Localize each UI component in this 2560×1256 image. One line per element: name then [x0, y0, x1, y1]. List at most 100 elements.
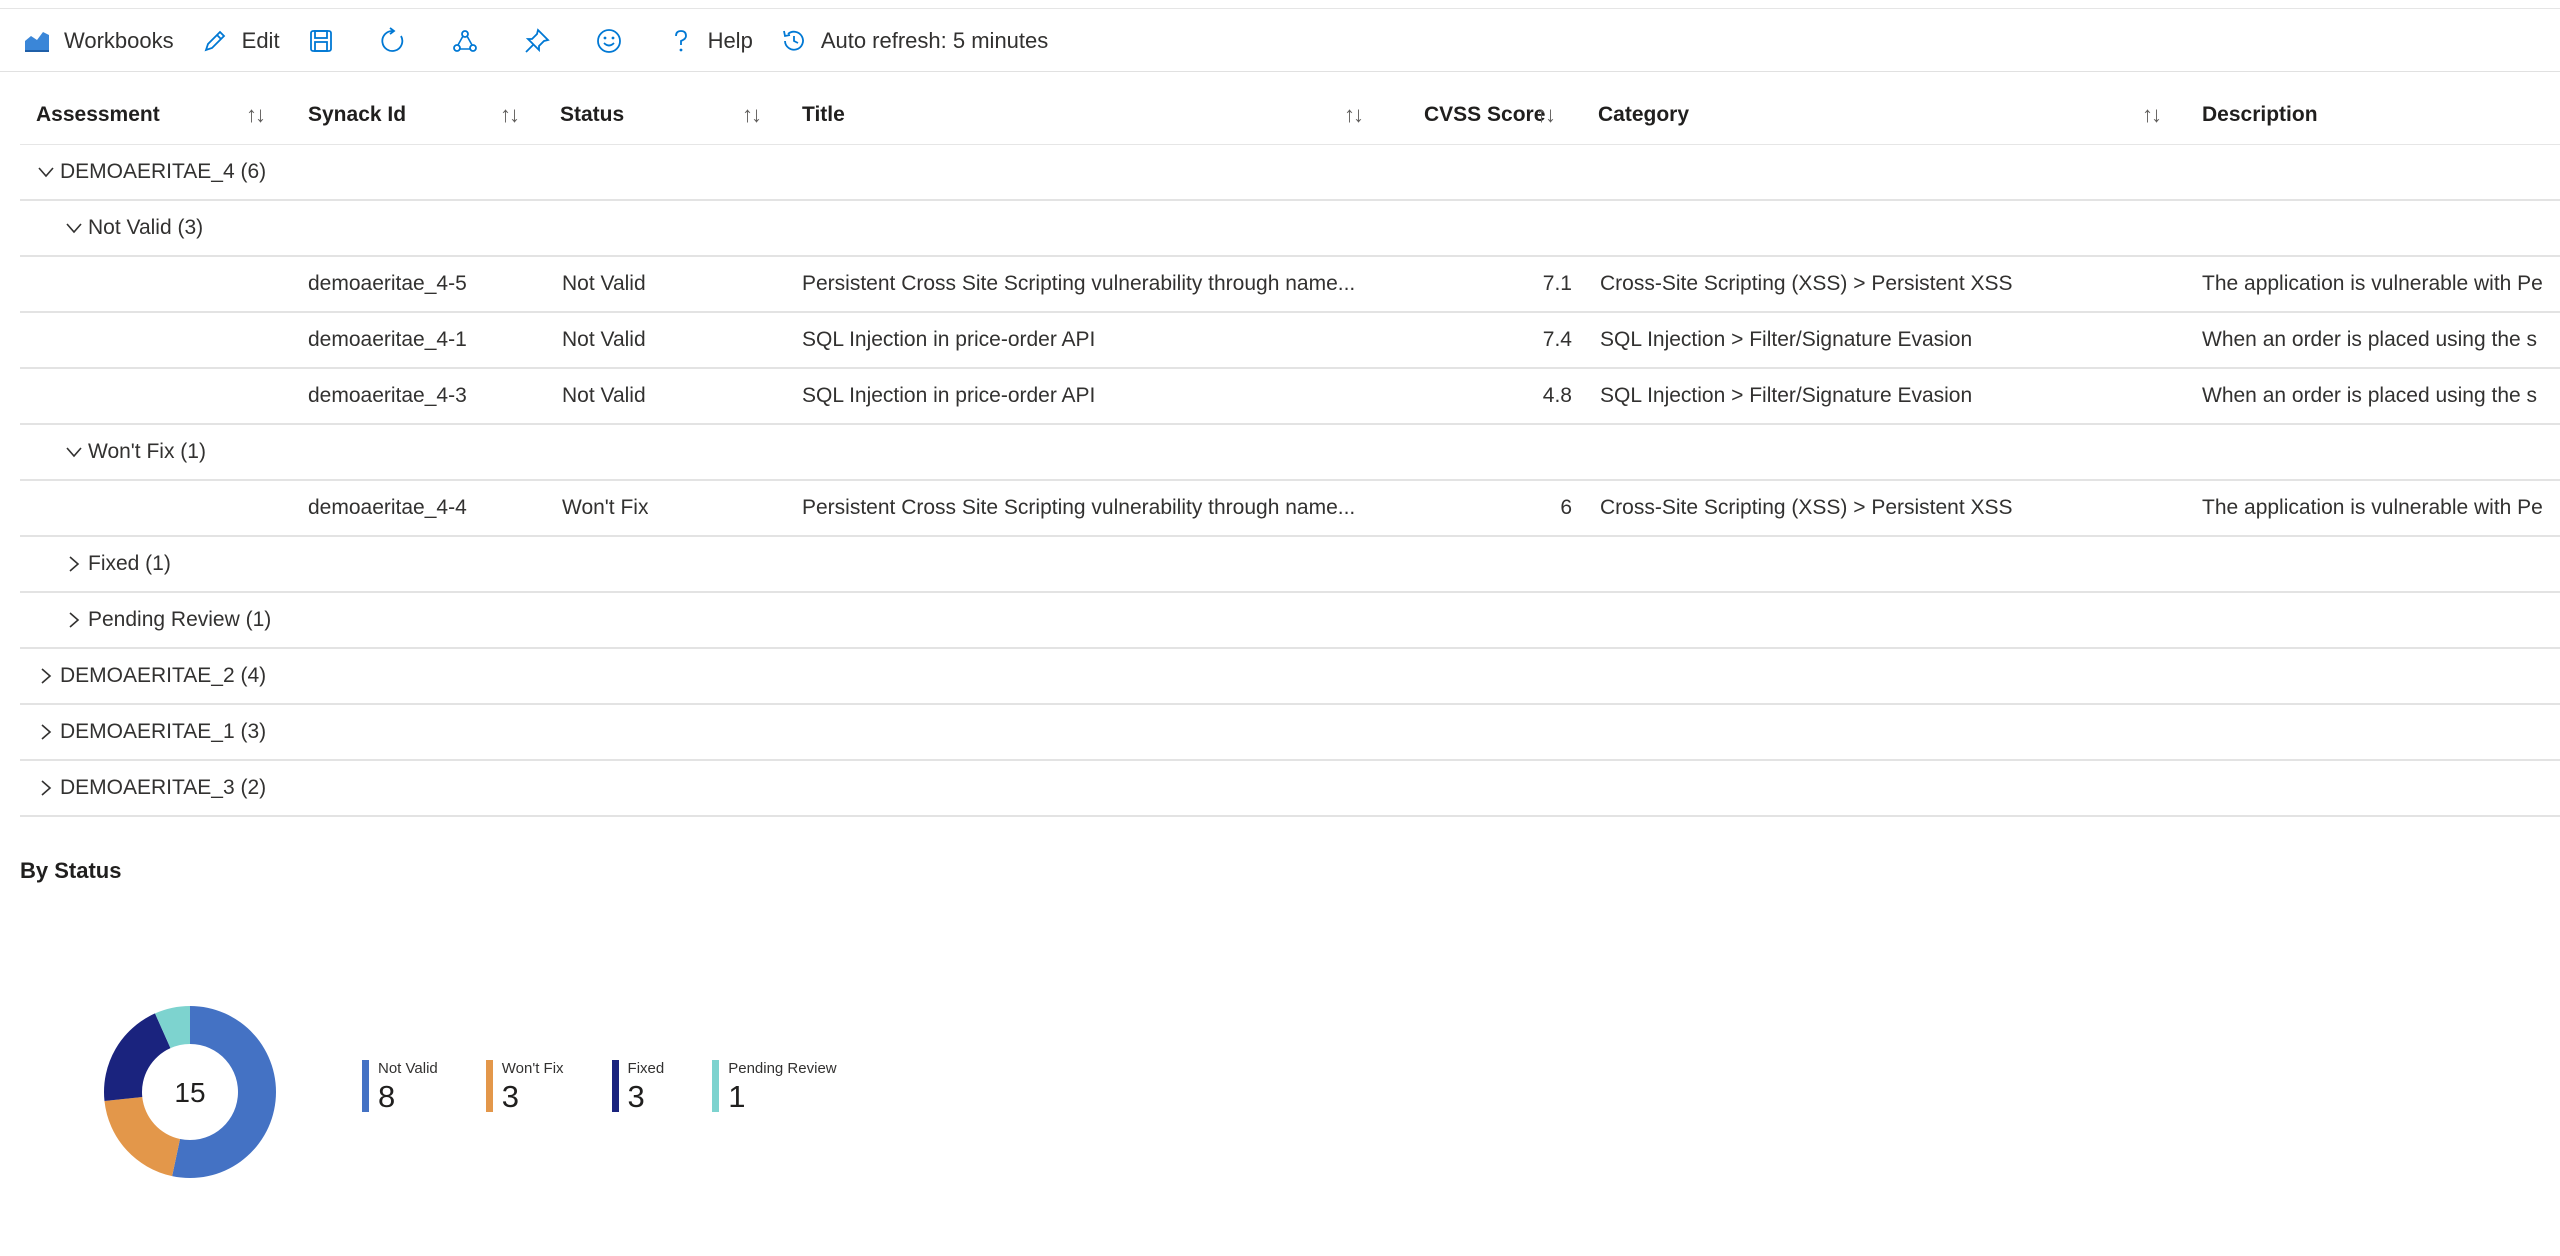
subgroup-row[interactable]: Pending Review (1)	[20, 593, 2560, 649]
cell-category: SQL Injection > Filter/Signature Evasion	[1600, 328, 1973, 351]
header-cvss-score[interactable]: CVSS Score	[1424, 86, 1545, 144]
cell-status: Won't Fix	[562, 496, 649, 519]
group-row[interactable]: DEMOAERITAE_1 (3)	[20, 705, 2560, 761]
workbooks-label: Workbooks	[64, 27, 174, 53]
legend-item-not-valid[interactable]: Not Valid 8	[362, 1060, 438, 1114]
group-row[interactable]: DEMOAERITAE_4 (6)	[20, 145, 2560, 201]
pin-button[interactable]	[522, 26, 568, 56]
cell-cvss: 7.1	[1542, 272, 1572, 295]
header-description[interactable]: Description	[2202, 86, 2318, 144]
legend-value: 3	[501, 1079, 520, 1114]
chevron-down-icon	[64, 442, 84, 462]
chevron-down-icon	[36, 162, 56, 182]
cell-status: Not Valid	[562, 328, 646, 351]
header-assessment[interactable]: Assessment	[36, 86, 160, 144]
table-row[interactable]: demoaeritae_4-5 Not Valid Persistent Cro…	[20, 257, 2560, 313]
chevron-right-icon	[36, 666, 56, 686]
table-row[interactable]: demoaeritae_4-3 Not Valid SQL Injection …	[20, 369, 2560, 425]
legend-value: 3	[627, 1079, 645, 1114]
table-row[interactable]: demoaeritae_4-1 Not Valid SQL Injection …	[20, 313, 2560, 369]
legend-swatch	[712, 1060, 720, 1112]
subgroup-toggle[interactable]: Pending Review (1)	[64, 593, 271, 647]
save-button[interactable]	[306, 26, 352, 56]
cell-synack-id: demoaeritae_4-3	[308, 384, 467, 407]
cell-description: When an order is placed using the s	[2202, 384, 2538, 407]
workbook-toolbar: Workbooks Edit Help Auto refresh: 5 minu…	[0, 10, 2560, 72]
edit-label: Edit	[241, 27, 280, 53]
subgroup-toggle[interactable]: Not Valid (3)	[64, 201, 203, 255]
edit-button[interactable]: Edit	[200, 26, 280, 56]
legend-swatch	[485, 1060, 493, 1112]
cell-category: Cross-Site Scripting (XSS) > Persistent …	[1600, 272, 2013, 295]
cell-description: The application is vulnerable with Pe	[2202, 496, 2543, 519]
legend-item-fixed[interactable]: Fixed 3	[611, 1060, 665, 1114]
table-row[interactable]: demoaeritae_4-4 Won't Fix Persistent Cro…	[20, 481, 2560, 537]
pencil-icon	[200, 26, 230, 56]
subgroup-row[interactable]: Won't Fix (1)	[20, 425, 2560, 481]
chevron-right-icon	[64, 610, 84, 630]
legend-label: Won't Fix	[501, 1060, 564, 1077]
header-status[interactable]: Status	[560, 86, 624, 144]
legend-item-wont-fix[interactable]: Won't Fix 3	[485, 1060, 564, 1114]
header-synack-id[interactable]: Synack Id	[308, 86, 406, 144]
group-toggle[interactable]: DEMOAERITAE_4 (6)	[36, 145, 266, 199]
status-donut-chart: 15	[104, 1006, 277, 1178]
chevron-right-icon	[36, 722, 56, 742]
group-label: DEMOAERITAE_1 (3)	[60, 720, 267, 743]
legend-item-pending-review[interactable]: Pending Review 1	[712, 1060, 837, 1114]
cell-status: Not Valid	[562, 384, 646, 407]
cell-category: SQL Injection > Filter/Signature Evasion	[1600, 384, 1973, 407]
legend-label: Fixed	[627, 1060, 665, 1077]
sort-category-icon[interactable]: ↑↓	[2142, 102, 2162, 128]
help-button[interactable]: Help	[666, 26, 753, 56]
legend-label: Not Valid	[378, 1060, 438, 1077]
subgroup-row[interactable]: Fixed (1)	[20, 537, 2560, 593]
sort-assessment-icon[interactable]: ↑↓	[246, 102, 266, 128]
sort-status-icon[interactable]: ↑↓	[742, 102, 762, 128]
auto-refresh-label: Auto refresh: 5 minutes	[820, 27, 1049, 53]
share-button[interactable]	[450, 26, 496, 56]
top-divider	[0, 8, 2560, 9]
workbooks-button[interactable]: Workbooks	[22, 26, 174, 56]
group-label: DEMOAERITAE_4 (6)	[60, 160, 267, 183]
donut-total: 15	[174, 1077, 205, 1108]
donut-slice-won-t-fix[interactable]	[104, 1097, 181, 1177]
group-row[interactable]: DEMOAERITAE_2 (4)	[20, 649, 2560, 705]
pin-icon	[522, 26, 552, 56]
subgroup-label: Pending Review (1)	[88, 608, 272, 631]
subgroup-row[interactable]: Not Valid (3)	[20, 201, 2560, 257]
help-label: Help	[707, 27, 753, 53]
feedback-button[interactable]	[594, 26, 640, 56]
chevron-right-icon	[64, 554, 84, 574]
sort-title-icon[interactable]: ↑↓	[1344, 102, 1364, 128]
donut-slice-fixed[interactable]	[104, 1013, 171, 1101]
refresh-button[interactable]	[378, 26, 424, 56]
cell-synack-id: demoaeritae_4-5	[308, 272, 467, 295]
group-toggle[interactable]: DEMOAERITAE_2 (4)	[36, 649, 266, 703]
cell-description: When an order is placed using the s	[2202, 328, 2538, 351]
subgroup-toggle[interactable]: Won't Fix (1)	[64, 425, 206, 479]
section-title: By Status	[20, 858, 122, 883]
cell-category: Cross-Site Scripting (XSS) > Persistent …	[1600, 496, 2013, 519]
share-icon	[450, 26, 480, 56]
group-toggle[interactable]: DEMOAERITAE_3 (2)	[36, 761, 266, 815]
assessments-grid: Assessment ↑↓ Synack Id ↑↓ Status ↑↓ Tit…	[20, 86, 2560, 817]
sort-synack-id-icon[interactable]: ↑↓	[500, 102, 520, 128]
header-title[interactable]: Title	[802, 86, 845, 144]
group-row[interactable]: DEMOAERITAE_3 (2)	[20, 761, 2560, 817]
subgroup-toggle[interactable]: Fixed (1)	[64, 537, 171, 591]
group-toggle[interactable]: DEMOAERITAE_1 (3)	[36, 705, 266, 759]
auto-refresh-button[interactable]: Auto refresh: 5 minutes	[779, 26, 1048, 56]
chevron-right-icon	[36, 778, 56, 798]
cell-description: The application is vulnerable with Pe	[2202, 272, 2543, 295]
cell-synack-id: demoaeritae_4-4	[308, 496, 467, 519]
header-category[interactable]: Category	[1598, 86, 1689, 144]
legend-value: 1	[728, 1079, 746, 1114]
cell-cvss: 6	[1560, 496, 1572, 519]
cell-title: Persistent Cross Site Scripting vulnerab…	[802, 496, 1356, 519]
subgroup-label: Won't Fix (1)	[88, 440, 206, 463]
workbooks-icon	[22, 26, 52, 56]
cell-status: Not Valid	[562, 272, 646, 295]
grid-header: Assessment ↑↓ Synack Id ↑↓ Status ↑↓ Tit…	[20, 86, 2560, 145]
sort-cvss-icon[interactable]: ↑↓	[1536, 102, 1556, 128]
